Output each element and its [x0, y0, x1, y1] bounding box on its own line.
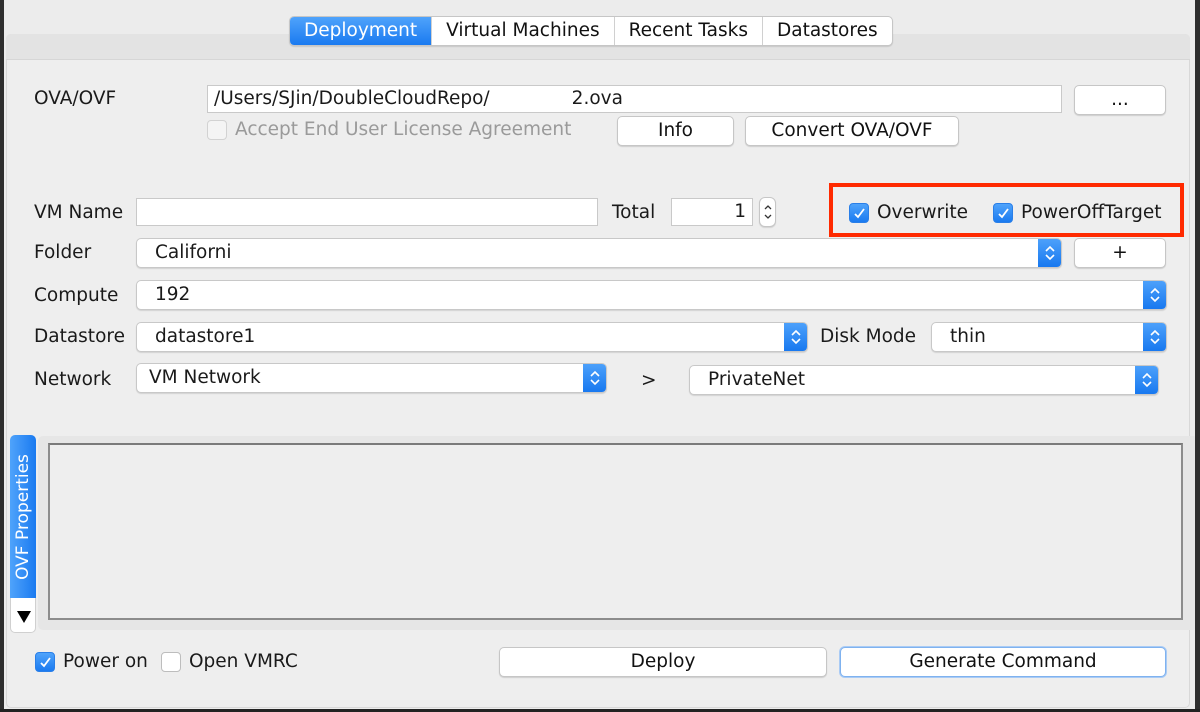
generate-command-button[interactable]: Generate Command: [840, 647, 1166, 677]
tab-deployment[interactable]: Deployment: [290, 17, 433, 45]
network-source-dropdown-arrow[interactable]: [583, 364, 606, 392]
overwrite-label: Overwrite: [877, 202, 969, 223]
ovf-properties-box[interactable]: [48, 443, 1183, 620]
overwrite-checkbox-row[interactable]: Overwrite: [849, 202, 968, 223]
ovf-properties-tab-label: OVF Properties: [13, 453, 33, 580]
folder-select[interactable]: Californi: [136, 238, 1062, 268]
tab-recent-tasks[interactable]: Recent Tasks: [615, 17, 763, 45]
overwrite-checkbox[interactable]: [849, 202, 869, 223]
poweroff-target-label: PowerOffTarget: [1021, 202, 1162, 223]
power-on-label: Power on: [63, 651, 148, 672]
total-stepper[interactable]: [759, 197, 776, 227]
open-vmrc-checkbox[interactable]: [161, 651, 181, 672]
folder-dropdown-arrow[interactable]: [1038, 239, 1061, 267]
disk-mode-dropdown-arrow[interactable]: [1143, 323, 1166, 351]
ova-path-prefix: /Users/SJin/DoubleCloudRepo/: [214, 88, 490, 109]
check-icon: [40, 656, 51, 667]
open-vmrc-checkbox-row[interactable]: Open VMRC: [161, 651, 298, 672]
ova-path-input[interactable]: /Users/SJin/DoubleCloudRepo/2.ova: [207, 85, 1062, 113]
network-mapping-arrow: >: [641, 370, 657, 391]
compute-value: 192: [155, 284, 191, 305]
vm-name-label: VM Name: [34, 202, 124, 223]
updown-chevron-icon: [1142, 372, 1152, 388]
window-right-edge: [1195, 0, 1200, 712]
disk-mode-value: thin: [950, 326, 986, 347]
power-on-checkbox[interactable]: [35, 651, 55, 672]
vm-name-input[interactable]: [136, 198, 598, 226]
disk-mode-label: Disk Mode: [820, 326, 917, 347]
updown-chevron-icon: [590, 370, 600, 386]
disk-mode-select[interactable]: thin: [931, 322, 1167, 352]
convert-ova-button[interactable]: Convert OVA/OVF: [745, 116, 959, 146]
window-left-edge: [0, 0, 4, 712]
total-label: Total: [612, 202, 656, 223]
datastore-select[interactable]: datastore1: [136, 322, 808, 352]
compute-label: Compute: [34, 285, 119, 306]
compute-dropdown-arrow[interactable]: [1143, 281, 1166, 309]
stepper-arrows-icon: [764, 205, 772, 219]
datastore-dropdown-arrow[interactable]: [784, 323, 807, 351]
network-source-value: VM Network: [149, 367, 261, 388]
triangle-down-icon: [17, 611, 31, 623]
tab-datastores[interactable]: Datastores: [763, 17, 892, 45]
ovf-properties-collapse-button[interactable]: [10, 598, 36, 633]
check-icon: [998, 207, 1009, 218]
power-on-checkbox-row[interactable]: Power on: [35, 651, 148, 672]
poweroff-target-checkbox[interactable]: [993, 202, 1013, 223]
deploy-button[interactable]: Deploy: [499, 647, 827, 677]
network-target-dropdown-arrow[interactable]: [1135, 366, 1158, 394]
add-folder-button[interactable]: +: [1074, 238, 1166, 268]
datastore-value: datastore1: [155, 326, 256, 347]
ova-label: OVA/OVF: [34, 88, 117, 109]
compute-select[interactable]: 192: [136, 280, 1167, 310]
updown-chevron-icon: [1150, 287, 1160, 303]
updown-chevron-icon: [791, 329, 801, 345]
ova-path-suffix: 2.ova: [571, 88, 623, 109]
network-target-value: PrivateNet: [708, 369, 805, 390]
tab-virtual-machines[interactable]: Virtual Machines: [432, 17, 615, 45]
info-button[interactable]: Info: [617, 116, 734, 146]
eula-checkbox[interactable]: [207, 119, 227, 140]
tab-bar: Deployment Virtual Machines Recent Tasks…: [289, 16, 893, 46]
poweroff-target-checkbox-row[interactable]: PowerOffTarget: [993, 202, 1161, 223]
eula-label: Accept End User License Agreement: [235, 119, 572, 140]
network-label: Network: [34, 369, 112, 390]
total-input[interactable]: 1: [671, 198, 753, 226]
browse-button[interactable]: ...: [1074, 85, 1166, 115]
datastore-label: Datastore: [34, 326, 125, 347]
updown-chevron-icon: [1150, 329, 1160, 345]
folder-value: Californi: [155, 242, 232, 263]
folder-label: Folder: [34, 242, 92, 263]
network-target-select[interactable]: PrivateNet: [689, 365, 1159, 395]
updown-chevron-icon: [1045, 245, 1055, 261]
open-vmrc-label: Open VMRC: [189, 651, 298, 672]
deploy-window: Deployment Virtual Machines Recent Tasks…: [0, 0, 1200, 712]
ovf-properties-tab[interactable]: OVF Properties: [10, 435, 36, 598]
eula-checkbox-row[interactable]: Accept End User License Agreement: [207, 119, 571, 140]
check-icon: [854, 207, 865, 218]
network-source-select[interactable]: VM Network: [136, 363, 607, 393]
